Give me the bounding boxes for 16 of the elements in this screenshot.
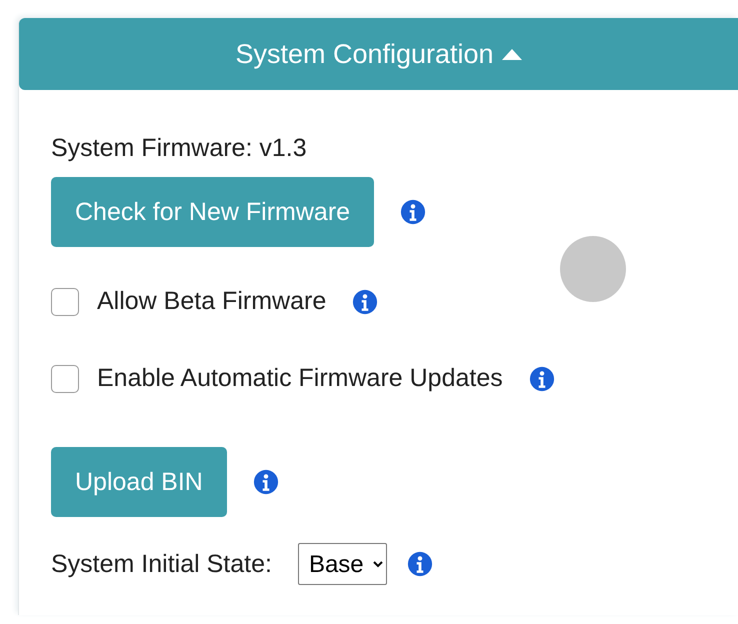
checkbox-label: Allow Beta Firmware (97, 287, 326, 316)
checkbox[interactable] (51, 364, 79, 392)
info-icon[interactable] (400, 199, 426, 225)
info-icon[interactable] (352, 288, 378, 314)
action-button[interactable]: Check for New Firmware (51, 177, 374, 247)
firmware-version-text: System Firmware: v1.3 (51, 134, 307, 163)
field-label: System Initial State: (51, 550, 272, 578)
info-icon[interactable] (252, 469, 279, 495)
caret-icon (502, 48, 522, 60)
panel-header[interactable]: System Configuration (19, 18, 738, 90)
checkbox-label: Enable Automatic Firmware Updates (97, 364, 503, 393)
checkbox[interactable] (51, 288, 79, 316)
info-icon[interactable] (406, 551, 433, 577)
action-button[interactable]: Upload BIN (51, 447, 227, 517)
state-select[interactable]: Base (298, 543, 387, 585)
info-icon[interactable] (528, 366, 555, 392)
